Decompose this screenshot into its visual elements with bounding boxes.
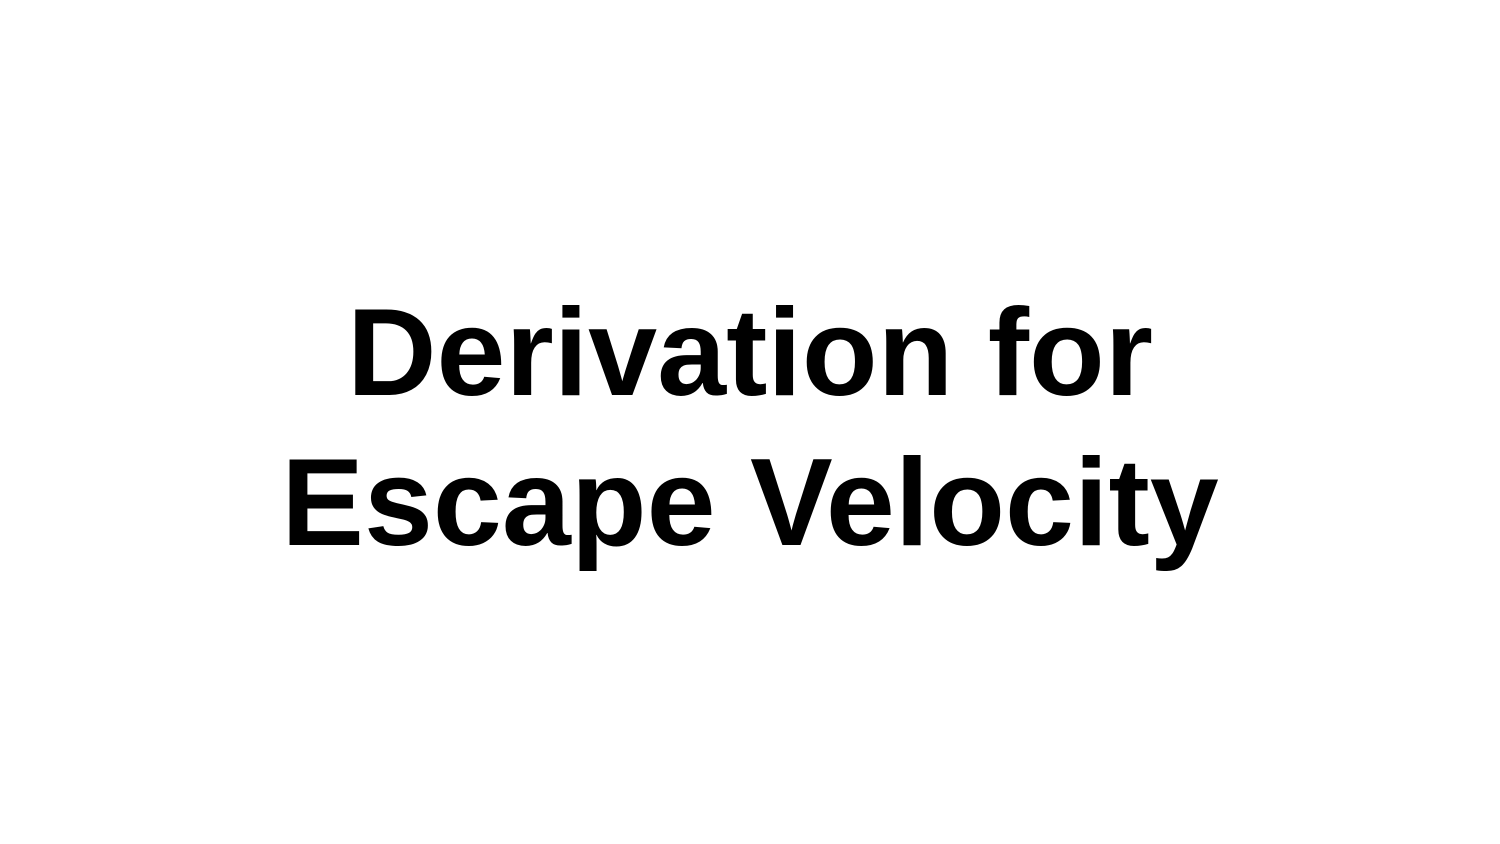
slide-title-line-2: Escape Velocity xyxy=(281,434,1219,572)
slide-title: Derivation for Escape Velocity xyxy=(0,278,1500,578)
slide-canvas: Derivation for Escape Velocity xyxy=(0,0,1500,844)
slide-title-line-1: Derivation for xyxy=(346,284,1154,422)
